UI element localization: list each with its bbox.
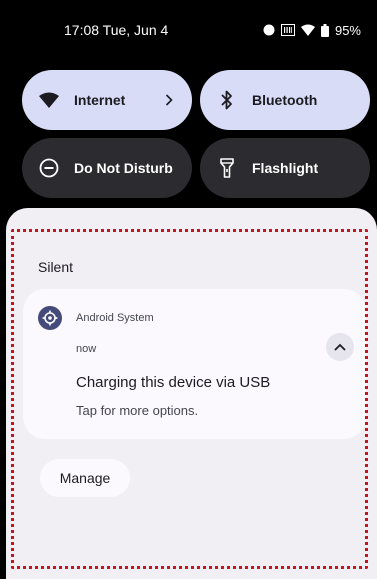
bluetooth-icon [216, 89, 238, 111]
scanner-icon [280, 24, 295, 36]
notification-text: Tap for more options. [76, 403, 199, 418]
status-time: 17:08 Tue, Jun 4 [64, 22, 169, 38]
wifi-icon [300, 24, 315, 36]
settings-gear-icon [38, 306, 62, 330]
chevron-right-icon [162, 93, 176, 107]
notification-time: now [76, 343, 97, 355]
tile-do-not-disturb[interactable]: Do Not Disturb [22, 138, 192, 198]
tile-bluetooth[interactable]: Bluetooth [200, 70, 370, 130]
tile-dnd-label: Do Not Disturb [74, 160, 173, 176]
record-dot-icon [263, 24, 275, 36]
section-title-silent: Silent [38, 259, 74, 275]
notification-app-name: Android System [76, 312, 154, 324]
tile-internet[interactable]: Internet [22, 70, 192, 130]
manage-button[interactable]: Manage [40, 459, 130, 497]
chevron-up-icon [334, 338, 346, 356]
tile-internet-label: Internet [74, 92, 126, 108]
notification-title: Charging this device via USB [76, 374, 271, 391]
flashlight-icon [216, 157, 238, 179]
tile-flashlight[interactable]: Flashlight [200, 138, 370, 198]
wifi-icon [38, 89, 60, 111]
battery-icon [320, 23, 329, 37]
status-bar: 17:08 Tue, Jun 4 95% [0, 0, 377, 60]
battery-percent: 95% [334, 22, 361, 38]
status-icons: 95% [263, 18, 361, 42]
tile-flashlight-label: Flashlight [252, 160, 319, 176]
collapse-notification-button[interactable] [326, 333, 354, 361]
tile-bluetooth-label: Bluetooth [252, 92, 318, 108]
do-not-disturb-icon [38, 157, 60, 179]
